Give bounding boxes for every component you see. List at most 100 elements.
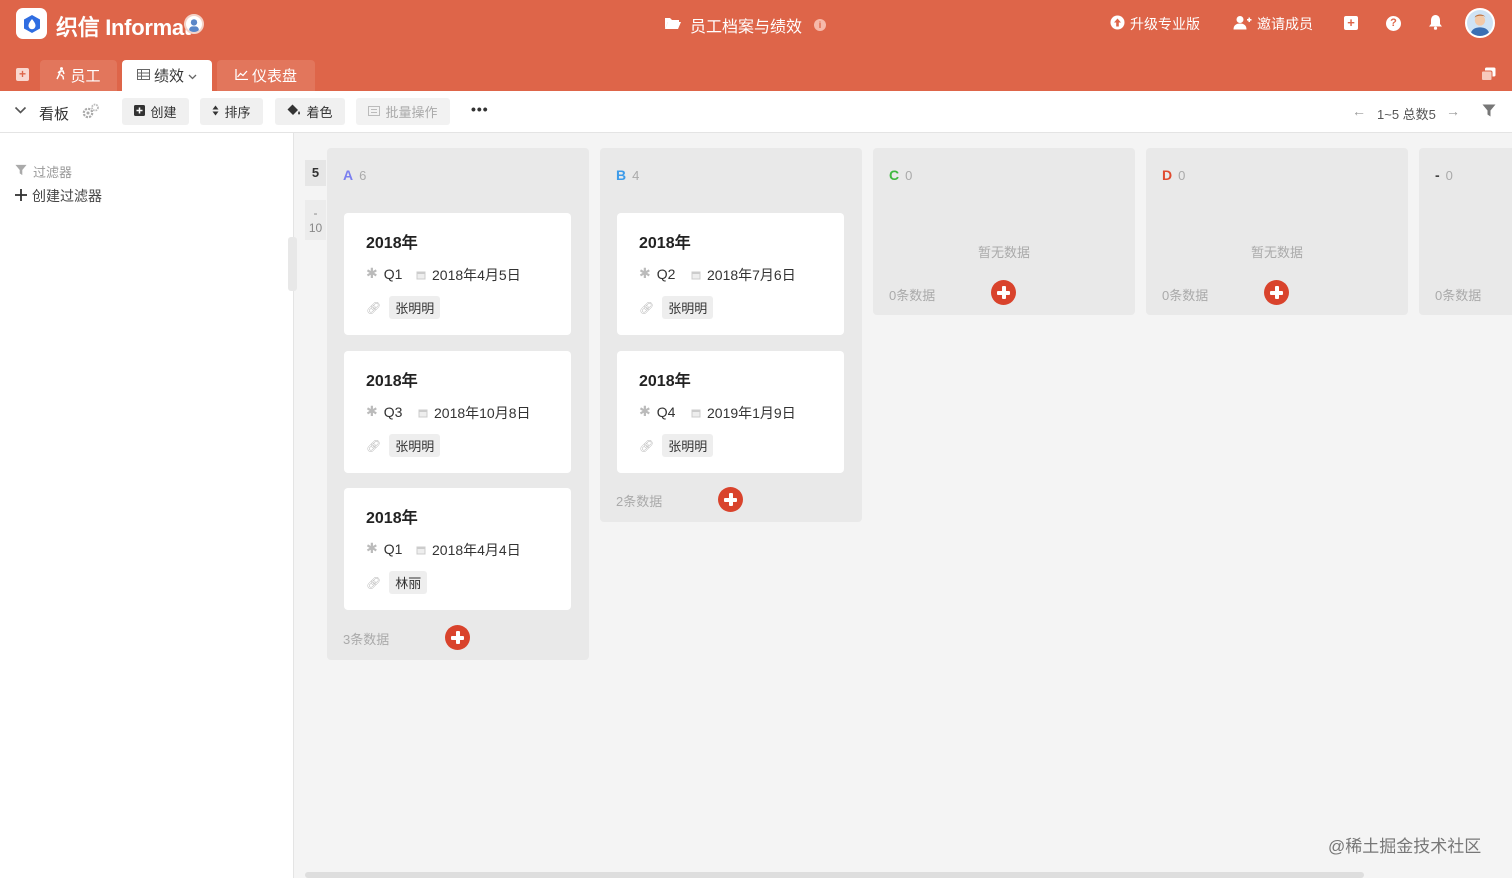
create-filter-label: 创建过滤器 xyxy=(32,188,102,204)
tab-dashboard[interactable]: 仪表盘 xyxy=(217,60,315,91)
info-icon[interactable]: i xyxy=(814,19,827,31)
column-record-count: 0条数据 xyxy=(1162,288,1209,303)
add-tab-icon[interactable]: + xyxy=(16,68,29,81)
column-count: 0 xyxy=(1445,168,1453,183)
arrow-up-circle-icon xyxy=(1110,15,1125,33)
create-label: 创建 xyxy=(150,105,177,120)
brand-name[interactable]: 织信 Informat xyxy=(56,10,191,42)
arrow-right-icon[interactable]: → xyxy=(1446,103,1460,119)
sort-button[interactable]: 排序 xyxy=(200,98,263,125)
performance-card[interactable]: 2018年 ✱ Q2 2018年7月6日 🔗︎ 张明明 xyxy=(617,213,844,335)
upgrade-button[interactable]: 升级专业版 xyxy=(1110,14,1200,34)
app-logo-icon[interactable] xyxy=(16,8,47,39)
bell-icon[interactable] xyxy=(1428,14,1443,33)
sidebar-resize-handle[interactable] xyxy=(288,237,297,291)
kanban-column-c: C0 暂无数据 0条数据 xyxy=(873,148,1135,315)
create-filter-button[interactable]: 创建过滤器 xyxy=(15,186,102,206)
person-tag[interactable]: 张明明 xyxy=(662,434,714,457)
link-icon: 🔗︎ xyxy=(366,575,382,590)
add-card-icon[interactable] xyxy=(445,625,470,650)
card-title: 2018年 xyxy=(366,510,418,527)
add-card-icon[interactable] xyxy=(991,280,1016,305)
asterisk-icon: ✱ xyxy=(366,403,378,419)
date-value: 2019年1月9日 xyxy=(707,405,796,421)
card-date: 2018年4月4日 xyxy=(416,540,521,560)
view-settings-gear-icon[interactable] xyxy=(82,103,100,122)
calendar-icon xyxy=(691,405,701,421)
filter-icon xyxy=(15,164,27,179)
color-button[interactable]: 着色 xyxy=(275,98,345,125)
tab-performance[interactable]: 绩效 xyxy=(122,60,212,91)
batch-label: 批量操作 xyxy=(385,105,438,120)
card-quarter: ✱ Q1 xyxy=(366,265,402,282)
person-tag[interactable]: 张明明 xyxy=(389,434,441,457)
column-level: C xyxy=(889,167,900,183)
create-button[interactable]: 创建 xyxy=(122,98,189,125)
card-person: 🔗︎ 张明明 xyxy=(366,434,441,457)
quarter-value: Q4 xyxy=(656,403,676,420)
line-chart-icon xyxy=(235,67,248,84)
asterisk-icon: ✱ xyxy=(366,265,378,281)
person-tag[interactable]: 林丽 xyxy=(389,571,428,594)
column-count: 4 xyxy=(632,168,640,183)
date-value: 2018年4月4日 xyxy=(432,542,521,558)
column-header: D0 xyxy=(1146,148,1408,200)
column-level: D xyxy=(1162,167,1173,183)
user-avatar[interactable] xyxy=(1465,8,1495,38)
kanban-column-b: B4 2018年 ✱ Q2 2018年7月6日 🔗︎ 张明明 2018年 ✱ Q… xyxy=(600,148,862,522)
horizontal-scrollbar[interactable] xyxy=(305,872,1364,878)
performance-card[interactable]: 2018年 ✱ Q1 2018年4月5日 🔗︎ 张明明 xyxy=(344,213,571,335)
person-walk-icon xyxy=(56,67,66,84)
chevron-down-icon[interactable] xyxy=(188,67,197,84)
add-card-icon[interactable] xyxy=(1264,280,1289,305)
link-icon: 🔗︎ xyxy=(366,438,382,453)
column-record-count: 3条数据 xyxy=(343,632,390,647)
invite-members-button[interactable]: 邀请成员 xyxy=(1233,14,1313,34)
collapse-chevron-icon[interactable] xyxy=(14,103,27,118)
card-person: 🔗︎ 林丽 xyxy=(366,571,428,594)
column-record-count: 0条数据 xyxy=(1435,288,1482,303)
performance-card[interactable]: 2018年 ✱ Q3 2018年10月8日 🔗︎ 张明明 xyxy=(344,351,571,473)
column-header: A6 xyxy=(327,148,589,200)
empty-state-text: 暂无数据 xyxy=(1250,245,1303,260)
column-record-count: 2条数据 xyxy=(616,494,663,509)
person-tag[interactable]: 张明明 xyxy=(662,296,714,319)
copy-windows-icon[interactable] xyxy=(1481,67,1496,81)
performance-card[interactable]: 2018年 ✱ Q1 2018年4月4日 🔗︎ 林丽 xyxy=(344,488,571,610)
card-quarter: ✱ Q2 xyxy=(639,265,675,282)
batch-operations-button[interactable]: 批量操作 xyxy=(356,98,450,125)
tab-employees-label: 员工 xyxy=(70,68,101,85)
column-header: C0 xyxy=(873,148,1135,200)
calendar-icon xyxy=(416,542,426,558)
card-title: 2018年 xyxy=(639,373,691,390)
asterisk-icon: ✱ xyxy=(639,403,651,419)
more-options-icon[interactable]: ••• xyxy=(471,101,489,117)
date-value: 2018年10月8日 xyxy=(434,405,531,421)
card-date: 2018年7月6日 xyxy=(691,265,796,285)
performance-card[interactable]: 2018年 ✱ Q4 2019年1月9日 🔗︎ 张明明 xyxy=(617,351,844,473)
person-tag[interactable]: 张明明 xyxy=(389,296,441,319)
document-title-text: 员工档案与绩效 xyxy=(690,19,803,36)
column-record-count: 0条数据 xyxy=(889,288,936,303)
help-icon[interactable]: ? xyxy=(1386,16,1401,31)
row-range-bottom: 10 xyxy=(308,221,323,235)
row-range-top: - xyxy=(313,206,318,220)
card-person: 🔗︎ 张明明 xyxy=(366,296,441,319)
user-plus-icon xyxy=(1233,15,1252,33)
add-card-icon[interactable] xyxy=(718,487,743,512)
tab-performance-label: 绩效 xyxy=(153,68,184,85)
quarter-value: Q2 xyxy=(656,265,676,282)
table-icon xyxy=(136,67,150,84)
card-person: 🔗︎ 张明明 xyxy=(639,434,714,457)
filter-funnel-icon[interactable] xyxy=(1482,104,1496,120)
arrow-left-icon[interactable]: ← xyxy=(1352,103,1366,119)
tab-employees[interactable]: 员工 xyxy=(40,60,117,91)
card-title: 2018年 xyxy=(366,373,418,390)
card-date: 2018年10月8日 xyxy=(418,403,531,423)
workspace-avatar[interactable] xyxy=(184,14,204,34)
list-box-icon xyxy=(368,104,381,119)
column-header: B4 xyxy=(600,148,862,200)
add-square-icon[interactable]: + xyxy=(1344,16,1358,30)
view-name[interactable]: 看板 xyxy=(39,103,69,124)
card-quarter: ✱ Q1 xyxy=(366,540,402,557)
